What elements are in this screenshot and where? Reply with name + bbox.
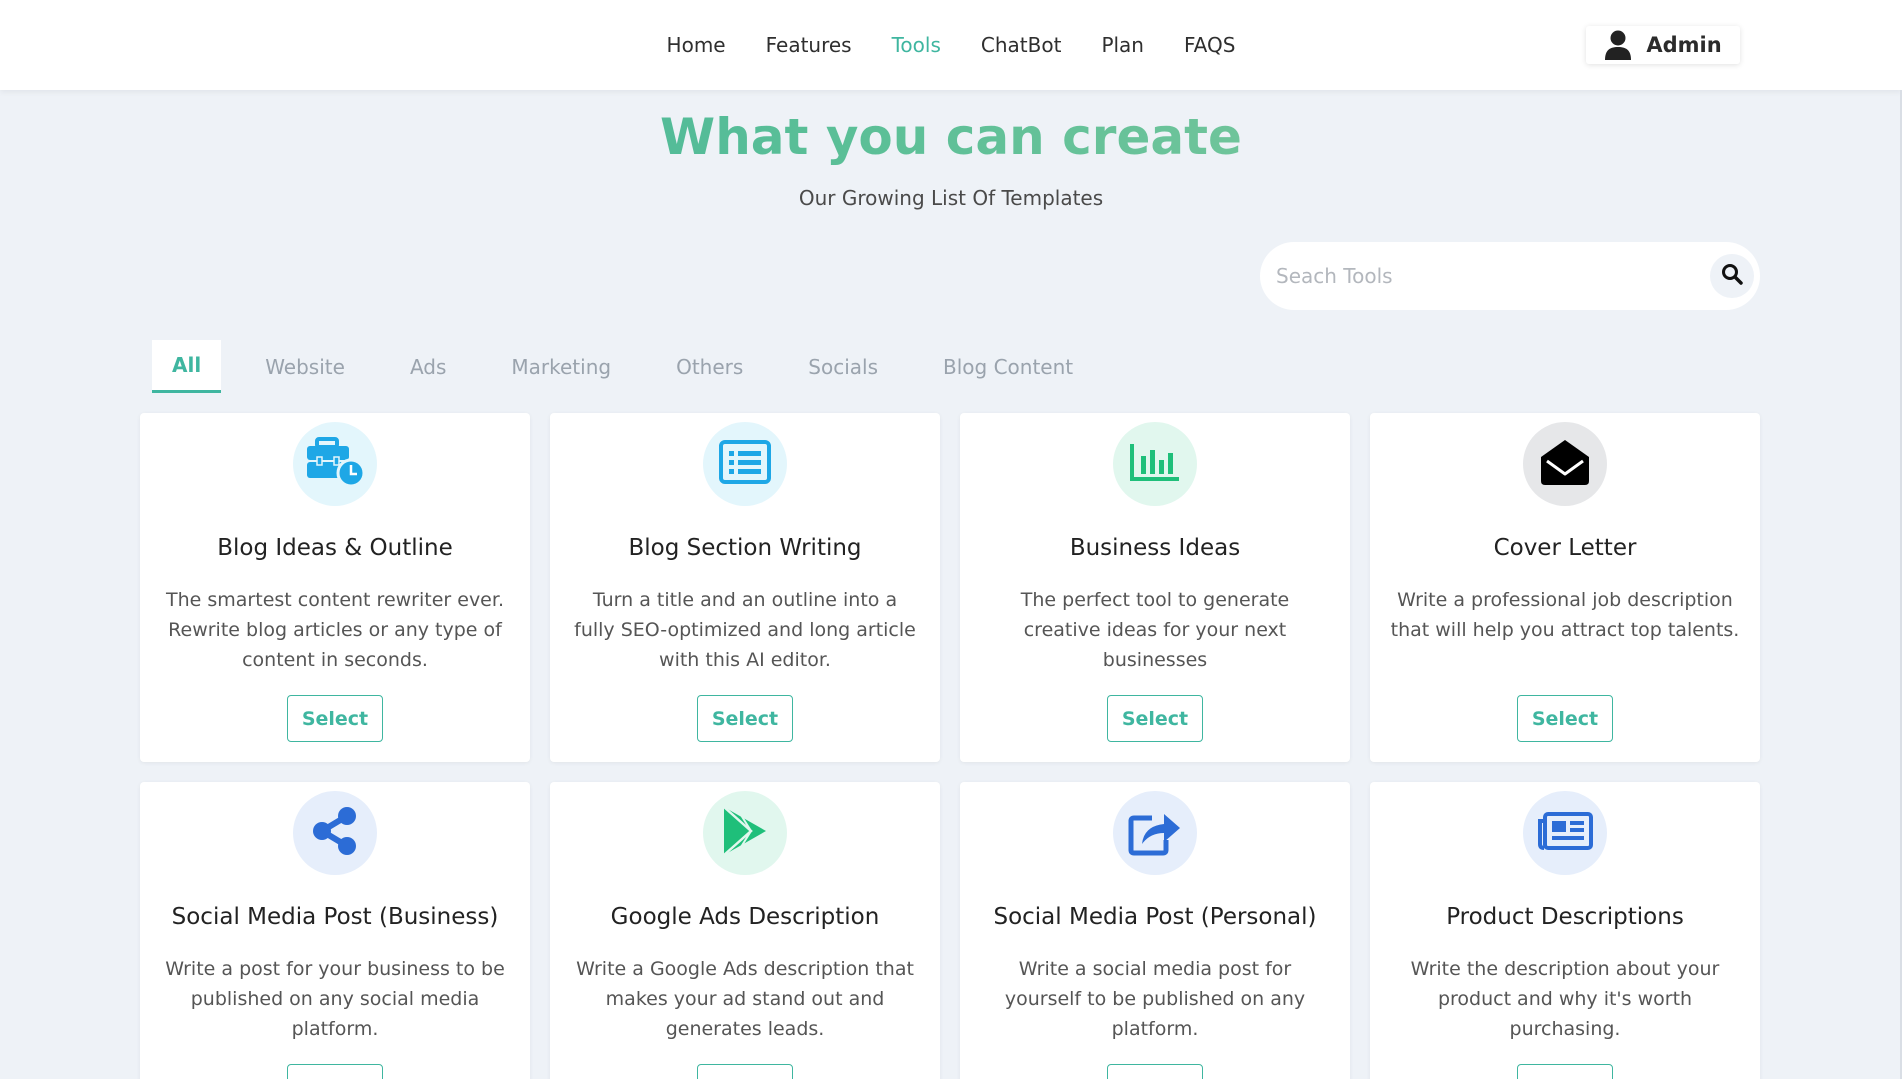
template-card: Blog Section Writing Turn a title and an… <box>550 413 940 762</box>
select-button[interactable]: Select <box>697 1064 793 1079</box>
card-icon-circle <box>1523 791 1607 875</box>
nav-faqs[interactable]: FAQS <box>1184 33 1235 57</box>
nav-tools[interactable]: Tools <box>892 33 941 57</box>
select-button[interactable]: Select <box>1517 1064 1613 1079</box>
card-title: Google Ads Description <box>610 904 880 930</box>
newspaper-icon <box>1536 811 1594 855</box>
share-icon <box>311 806 359 860</box>
card-icon-circle <box>1113 422 1197 506</box>
select-button[interactable]: Select <box>1107 695 1203 742</box>
card-title: Social Media Post (Business) <box>171 904 499 930</box>
bar-chart-icon <box>1129 442 1181 486</box>
card-title: Social Media Post (Personal) <box>993 904 1317 930</box>
template-card: Blog Ideas & Outline The smartest conten… <box>140 413 530 762</box>
nav-features[interactable]: Features <box>766 33 852 57</box>
card-title: Blog Section Writing <box>628 535 862 561</box>
select-button[interactable]: Select <box>1517 695 1613 742</box>
category-tabs: All Website Ads Marketing Others Socials… <box>152 340 1117 393</box>
select-button[interactable]: Select <box>697 695 793 742</box>
page-subtitle: Our Growing List Of Templates <box>798 186 1104 210</box>
card-icon-circle <box>703 422 787 506</box>
select-button[interactable]: Select <box>1107 1064 1203 1079</box>
card-icon-circle <box>293 791 377 875</box>
card-description: Write a Google Ads description that make… <box>576 958 914 1040</box>
template-card: Social Media Post (Personal) Write a soc… <box>960 782 1350 1079</box>
tab-others[interactable]: Others <box>655 340 764 393</box>
nav-home[interactable]: Home <box>667 33 726 57</box>
nav-plan[interactable]: Plan <box>1101 33 1144 57</box>
top-navbar: Home Features Tools ChatBot Plan FAQS Ad… <box>0 0 1902 90</box>
tab-socials[interactable]: Socials <box>787 340 899 393</box>
template-card: Social Media Post (Business) Write a pos… <box>140 782 530 1079</box>
tab-marketing[interactable]: Marketing <box>490 340 632 393</box>
template-card: Product Descriptions Write the descripti… <box>1370 782 1760 1079</box>
card-title: Business Ideas <box>1069 535 1241 561</box>
user-name: Admin <box>1646 33 1722 57</box>
tab-website[interactable]: Website <box>244 340 366 393</box>
open-envelope-icon <box>1539 437 1591 491</box>
select-button[interactable]: Select <box>287 1064 383 1079</box>
search-bar <box>1260 242 1760 310</box>
search-icon <box>1721 263 1743 289</box>
tab-all[interactable]: All <box>152 340 222 393</box>
list-document-icon <box>719 440 771 488</box>
card-description: Write a professional job description tha… <box>1390 589 1740 641</box>
template-card: Business Ideas The perfect tool to gener… <box>960 413 1350 762</box>
select-button[interactable]: Select <box>287 695 383 742</box>
page-title: What you can create <box>0 108 1902 166</box>
templates-grid: Blog Ideas & Outline The smartest conten… <box>140 413 1760 1079</box>
google-play-icon <box>721 805 769 861</box>
card-title: Cover Letter <box>1493 535 1637 561</box>
card-description: Write the description about your product… <box>1410 958 1720 1040</box>
card-description: Write a post for your business to be pub… <box>165 958 505 1040</box>
card-icon-circle <box>703 791 787 875</box>
card-title: Product Descriptions <box>1446 904 1684 930</box>
share-square-icon <box>1128 806 1182 860</box>
nav-chatbot[interactable]: ChatBot <box>981 33 1062 57</box>
card-title: Blog Ideas & Outline <box>217 535 453 561</box>
card-description: The perfect tool to generate creative id… <box>1020 589 1290 671</box>
template-card: Google Ads Description Write a Google Ad… <box>550 782 940 1079</box>
card-description: Write a social media post for yourself t… <box>1004 958 1306 1040</box>
card-icon-circle <box>293 422 377 506</box>
card-description: The smartest content rewriter ever. Rewr… <box>166 589 504 671</box>
user-icon <box>1604 30 1632 60</box>
tab-blog-content[interactable]: Blog Content <box>922 340 1094 393</box>
card-description: Turn a title and an outline into a fully… <box>574 589 916 671</box>
search-input[interactable] <box>1276 264 1676 288</box>
card-icon-circle <box>1523 422 1607 506</box>
template-card: Cover Letter Write a professional job de… <box>1370 413 1760 762</box>
search-button[interactable] <box>1710 254 1754 298</box>
user-menu-button[interactable]: Admin <box>1586 26 1740 64</box>
tab-ads[interactable]: Ads <box>389 340 467 393</box>
card-icon-circle <box>1113 791 1197 875</box>
briefcase-clock-icon <box>303 437 367 491</box>
